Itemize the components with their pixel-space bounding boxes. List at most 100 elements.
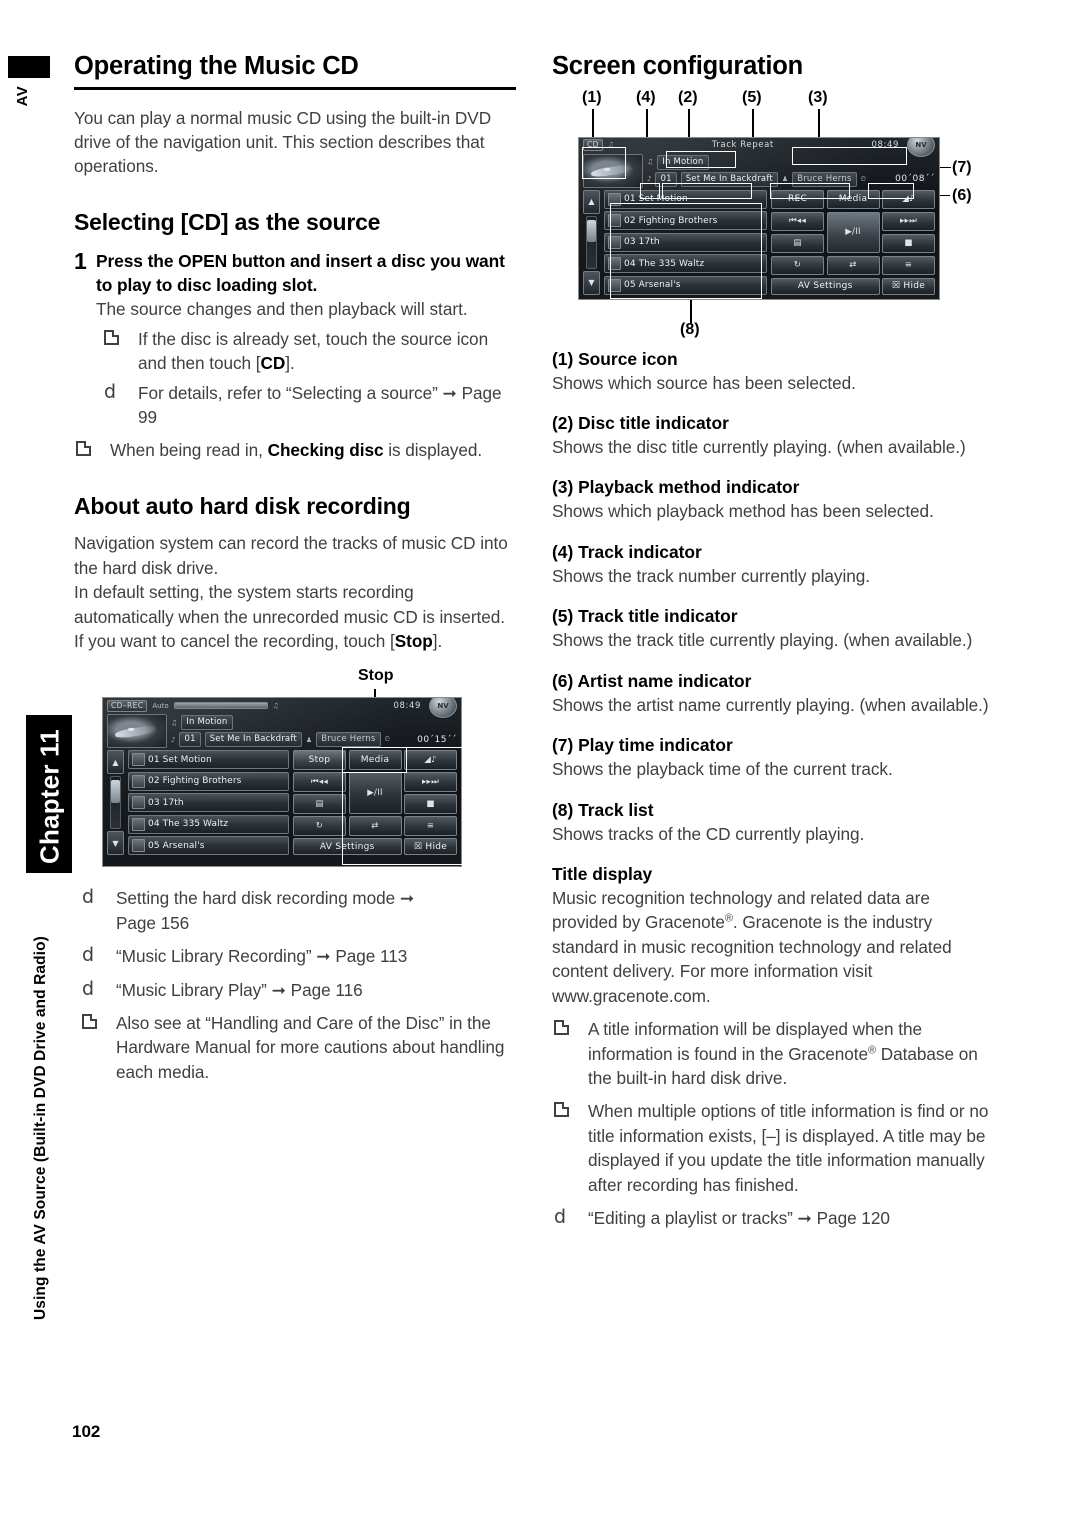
sound-settings-button[interactable]: ◢♪ — [404, 750, 457, 770]
ref-editing-playlist: ⅾ “Editing a playlist or tracks” ➞ Page … — [552, 1206, 994, 1230]
intro-paragraph: You can play a normal music CD using the… — [74, 107, 492, 177]
definition-body: Shows the track title currently playing.… — [552, 630, 973, 651]
play-pause-button[interactable]: ▶/II — [348, 772, 402, 814]
sound-settings-button[interactable]: ◢♪ — [882, 189, 935, 210]
now-playing-header: ♫ In Motion ♪ 01 Set Me In Backdraft ♟ B… — [103, 713, 461, 750]
track-list[interactable]: 01 Set Motion 02 Fighting Brothers 03 17… — [128, 750, 289, 856]
playback-method-indicator: Track Repeat — [711, 140, 774, 151]
title-display-heading: Title display — [552, 864, 653, 885]
list-button[interactable]: ≡ — [404, 816, 457, 836]
track-list-item[interactable]: 01 Set Motion — [604, 189, 767, 209]
stop-square-button[interactable]: ■ — [404, 794, 457, 814]
next-track-button[interactable]: ▸▸⏭ — [882, 211, 935, 232]
screen-configuration-title: Screen configuration — [552, 52, 804, 80]
scroll-thumb[interactable] — [587, 219, 596, 243]
disc-info-button[interactable]: ▤ — [771, 233, 824, 254]
reference-arrow-icon: ⅾ — [554, 1207, 567, 1229]
list-button[interactable]: ≡ — [882, 255, 935, 276]
track-list-item[interactable]: 04 The 335 Waltz — [604, 254, 767, 274]
source-icon[interactable] — [583, 153, 643, 188]
scroll-down-button[interactable]: ▼ — [107, 831, 124, 856]
screenshot-cd-rec-playback: CD–REC Auto ♫ 08:49 NV ♫ In Motion ♪ 01 — [102, 697, 462, 868]
track-title-indicator: Set Me In Backdraft — [680, 171, 778, 187]
shuffle-button[interactable]: ⇄ — [826, 255, 880, 276]
next-track-button[interactable]: ▸▸⏭ — [404, 772, 457, 792]
step-number: 1 — [74, 248, 87, 275]
track-row-icon — [132, 774, 145, 788]
track-list-item[interactable]: 05 Arsenal's — [604, 275, 767, 295]
hide-button[interactable]: ☒ Hide — [404, 838, 457, 856]
right-column: Screen configuration (1) (4) (2) (5) (3)… — [552, 52, 994, 1231]
stop-square-button[interactable]: ■ — [882, 233, 935, 254]
hdd-paragraph-1: Navigation system can record the tracks … — [74, 533, 508, 578]
previous-track-button[interactable]: ⏮◂◂ — [771, 211, 824, 232]
av-settings-button[interactable]: AV Settings — [293, 838, 402, 856]
track-info-row: ♪ 01 Set Me In Backdraft ♟ Bruce Herns ⏲… — [171, 732, 457, 748]
stop-button[interactable]: Stop — [293, 750, 346, 770]
rec-button[interactable]: REC — [771, 189, 824, 210]
ref-music-library-recording-text: “Music Library Recording” ➞ Page 113 — [116, 946, 408, 967]
track-list[interactable]: 01 Set Motion 02 Fighting Brothers 03 17… — [604, 189, 767, 295]
open-button-name: OPEN — [178, 251, 228, 272]
track-list-item[interactable]: 01 Set Motion — [128, 750, 289, 770]
title-display-body: Music recognition technology and related… — [552, 886, 994, 1008]
callout-4: (4) — [636, 88, 656, 106]
media-button[interactable]: Media — [826, 189, 880, 210]
previous-track-button[interactable]: ⏮◂◂ — [293, 772, 346, 792]
track-row-icon — [132, 796, 145, 810]
square-bullet-icon — [74, 1011, 116, 1084]
track-list-item[interactable]: 03 17th — [604, 232, 767, 252]
ref-page: Page 116 — [290, 979, 363, 1000]
hide-button[interactable]: ☒ Hide — [882, 277, 935, 295]
track-list-scrollbar[interactable]: ▲ ▼ — [583, 189, 600, 295]
disc-icon: ♫ — [647, 158, 654, 167]
disc-info-button[interactable]: ▤ — [293, 794, 346, 814]
definition-list: (1) Source icon Shows which source has b… — [552, 347, 994, 847]
disc-icon: ♫ — [171, 718, 178, 727]
track-list-item-label: 01 Set Motion — [624, 194, 688, 205]
track-indicator: 01 — [655, 171, 677, 187]
page-title: Operating the Music CD — [74, 52, 359, 80]
artist-name-indicator: Bruce Herns — [792, 171, 857, 187]
definition-head: (5) Track title indicator — [552, 606, 738, 627]
play-pause-button[interactable]: ▶/II — [826, 211, 880, 254]
hdd-paragraph-2: In default setting, the system starts re… — [74, 582, 505, 627]
track-list-item-label: 04 The 335 Waltz — [624, 258, 705, 269]
running-head: Using the AV Source (Built-in DVD Drive … — [32, 936, 49, 1320]
definition-body: Shows the track number currently playing… — [552, 565, 870, 586]
step-heading: Press the OPEN button and insert a disc … — [96, 251, 505, 296]
scroll-track[interactable] — [586, 215, 597, 269]
callout-1: (1) — [582, 88, 602, 106]
track-list-item[interactable]: 02 Fighting Brothers — [128, 771, 289, 791]
source-icon[interactable] — [107, 714, 167, 749]
scroll-up-button[interactable]: ▲ — [107, 750, 124, 775]
track-list-item-label: 02 Fighting Brothers — [624, 215, 718, 226]
clock-icon: ⏲ — [384, 735, 390, 744]
ref-text: “Music Library Play” — [116, 979, 267, 1000]
step-1: 1 Press the OPEN button and insert a dis… — [74, 247, 516, 429]
play-time-indicator: 00´08´´ — [895, 174, 935, 185]
control-button-pad: REC Media ◢♪ ⏮◂◂ ▶/II ▸▸⏭ ▤ ■ ↻ ⇄ ≡ AV S… — [771, 189, 935, 295]
media-button[interactable]: Media — [348, 750, 402, 770]
track-list-item[interactable]: 05 Arsenal's — [128, 836, 289, 856]
artist-icon: ♟ — [781, 175, 789, 184]
track-list-item-label: 05 Arsenal's — [148, 840, 205, 851]
figure-screen-configuration: (1) (4) (2) (5) (3) (7) (6) (8) CD ♫ Tra… — [552, 89, 994, 347]
track-list-item[interactable]: 03 17th — [128, 793, 289, 813]
track-list-item-label: 03 17th — [624, 237, 660, 248]
scroll-track[interactable] — [110, 776, 121, 830]
track-list-item-label: 05 Arsenal's — [624, 280, 681, 291]
scroll-up-button[interactable]: ▲ — [583, 189, 600, 214]
clock-icon: ⏲ — [860, 174, 866, 183]
scroll-thumb[interactable] — [111, 780, 120, 803]
track-list-item[interactable]: 04 The 335 Waltz — [128, 814, 289, 834]
registered-trademark-icon: ® — [868, 1043, 877, 1056]
track-list-item[interactable]: 02 Fighting Brothers — [604, 211, 767, 231]
av-settings-button[interactable]: AV Settings — [771, 277, 880, 295]
shuffle-button[interactable]: ⇄ — [348, 816, 402, 836]
scroll-down-button[interactable]: ▼ — [583, 270, 600, 295]
repeat-button[interactable]: ↻ — [293, 816, 346, 836]
track-list-scrollbar[interactable]: ▲ ▼ — [107, 750, 124, 856]
definition-head: (7) Play time indicator — [552, 735, 733, 756]
repeat-button[interactable]: ↻ — [771, 255, 824, 276]
